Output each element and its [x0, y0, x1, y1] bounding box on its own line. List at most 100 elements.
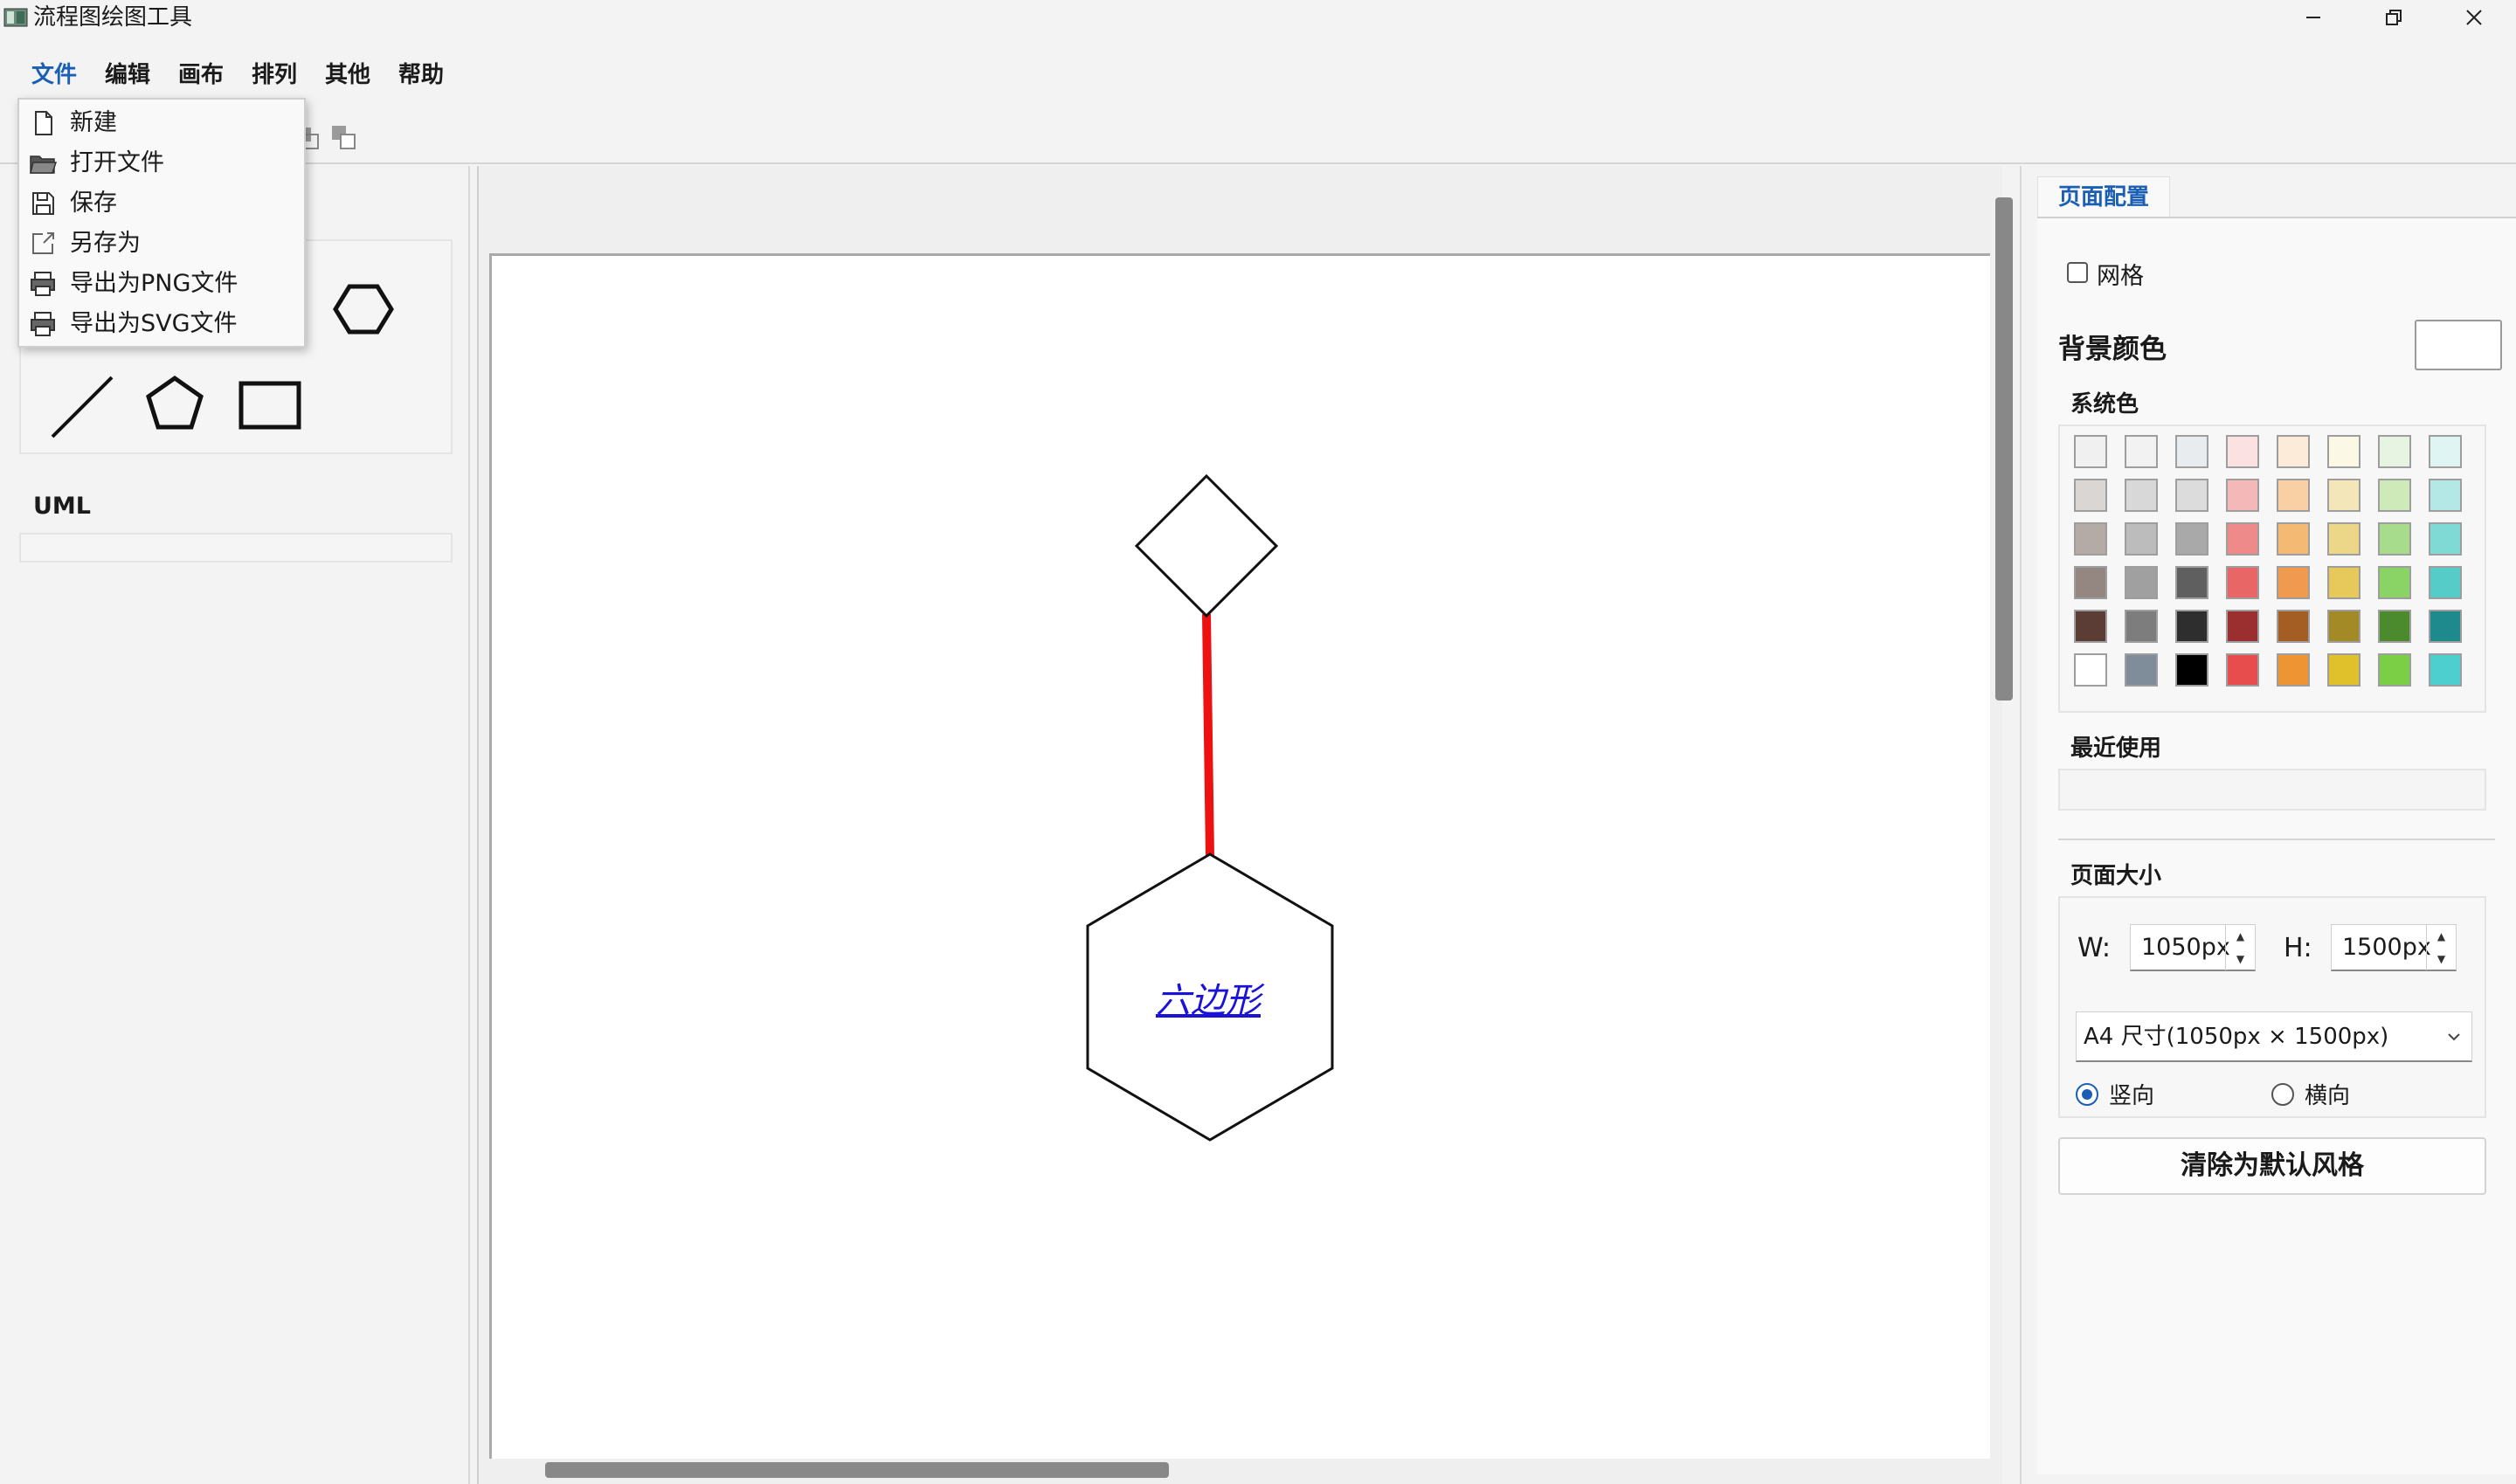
connector-line[interactable] — [1202, 613, 1214, 858]
color-swatch[interactable] — [2074, 653, 2107, 687]
vertical-scrollbar[interactable] — [1995, 197, 2013, 701]
diamond-shape[interactable] — [1134, 473, 1279, 618]
menu-other[interactable]: 其他 — [321, 56, 374, 94]
color-swatch[interactable] — [2074, 522, 2107, 556]
color-swatch[interactable] — [2378, 435, 2411, 468]
color-swatch[interactable] — [2226, 522, 2259, 556]
menu-arrange[interactable]: 排列 — [248, 56, 301, 94]
color-swatch[interactable] — [2378, 479, 2411, 512]
color-swatch[interactable] — [2327, 522, 2360, 556]
color-swatch[interactable] — [2277, 653, 2310, 687]
portrait-radio[interactable] — [2076, 1083, 2098, 1106]
color-swatch[interactable] — [2226, 479, 2259, 512]
color-swatch[interactable] — [2327, 566, 2360, 599]
color-swatch[interactable] — [2429, 435, 2462, 468]
color-swatch[interactable] — [2429, 610, 2462, 643]
color-swatch[interactable] — [2429, 566, 2462, 599]
color-swatch[interactable] — [2277, 566, 2310, 599]
color-swatch[interactable] — [2074, 566, 2107, 599]
color-swatch[interactable] — [2175, 435, 2208, 468]
color-swatch[interactable] — [2277, 522, 2310, 556]
color-swatch[interactable] — [2175, 610, 2208, 643]
menu-canvas[interactable]: 画布 — [175, 56, 227, 94]
color-swatch[interactable] — [2327, 653, 2360, 687]
export-icon — [31, 312, 55, 336]
color-swatch[interactable] — [2277, 435, 2310, 468]
color-swatch[interactable] — [2175, 522, 2208, 556]
color-swatch[interactable] — [2327, 435, 2360, 468]
color-swatch[interactable] — [2125, 479, 2158, 512]
menu-help[interactable]: 帮助 — [395, 56, 447, 94]
page-size-select[interactable]: A4 尺寸(1050px × 1500px) — [2076, 1011, 2472, 1062]
menu-file[interactable]: 文件 — [28, 56, 80, 94]
hexagon-shape-icon[interactable] — [332, 281, 395, 337]
menu-item-save[interactable]: 保存 — [19, 183, 304, 224]
rectangle-shape-icon[interactable] — [238, 379, 304, 431]
color-swatch[interactable] — [2125, 610, 2158, 643]
color-swatch[interactable] — [2378, 610, 2411, 643]
color-swatch[interactable] — [2226, 566, 2259, 599]
color-swatch[interactable] — [2226, 610, 2259, 643]
width-value: 1050px — [2141, 934, 2230, 961]
menu-item-label: 导出为PNG文件 — [70, 270, 238, 297]
uml-section-title[interactable]: UML — [33, 493, 91, 520]
menu-item-open[interactable]: 打开文件 — [19, 143, 304, 183]
color-swatch[interactable] — [2074, 479, 2107, 512]
menu-item-new[interactable]: 新建 — [19, 103, 304, 143]
color-swatch[interactable] — [2378, 653, 2411, 687]
color-swatch[interactable] — [2125, 653, 2158, 687]
bring-forward-icon[interactable] — [328, 122, 360, 154]
tab-page-config[interactable]: 页面配置 — [2037, 176, 2170, 217]
bg-color-label: 背景颜色 — [2058, 334, 2167, 365]
close-button[interactable] — [2434, 0, 2514, 35]
menu-item-export-svg[interactable]: 导出为SVG文件 — [19, 304, 304, 344]
height-spinbox[interactable]: 1500px ▲ ▼ — [2331, 924, 2457, 971]
hexagon-label[interactable]: 六边形 — [1121, 972, 1296, 1023]
page-size-group: W: 1050px ▲ ▼ H: 1500px ▲ ▼ A4 尺寸(1050px ×… — [2058, 896, 2486, 1118]
reset-style-button[interactable]: 清除为默认风格 — [2058, 1137, 2486, 1195]
color-swatch[interactable] — [2277, 479, 2310, 512]
horizontal-scrollbar[interactable] — [545, 1462, 1169, 1478]
grid-checkbox[interactable] — [2067, 262, 2088, 283]
menu-edit[interactable]: 编辑 — [101, 56, 154, 94]
color-swatch[interactable] — [2074, 435, 2107, 468]
color-swatch[interactable] — [2175, 566, 2208, 599]
menu-bar: 文件 编辑 画布 排列 其他 帮助 — [0, 56, 2516, 94]
restore-button[interactable] — [2354, 0, 2434, 35]
color-swatch[interactable] — [2429, 522, 2462, 556]
color-swatch[interactable] — [2125, 435, 2158, 468]
height-stepper[interactable]: ▲ ▼ — [2426, 925, 2456, 970]
landscape-radio[interactable] — [2271, 1083, 2294, 1106]
color-swatch[interactable] — [2327, 479, 2360, 512]
chevron-up-icon[interactable]: ▲ — [2427, 925, 2456, 948]
color-swatch[interactable] — [2226, 435, 2259, 468]
color-swatch[interactable] — [2226, 653, 2259, 687]
pentagon-shape-icon[interactable] — [143, 374, 206, 431]
width-spinbox[interactable]: 1050px ▲ ▼ — [2130, 924, 2256, 971]
menu-item-save-as[interactable]: 另存为 — [19, 224, 304, 264]
line-shape-icon[interactable] — [47, 372, 117, 442]
chevron-down-icon[interactable]: ▼ — [2427, 948, 2456, 970]
menu-item-export-png[interactable]: 导出为PNG文件 — [19, 264, 304, 304]
open-folder-icon — [30, 155, 58, 174]
drawing-page[interactable]: 六边形 — [489, 253, 1990, 1459]
chevron-down-icon[interactable]: ▼ — [2226, 948, 2255, 970]
color-swatch[interactable] — [2378, 522, 2411, 556]
color-swatch[interactable] — [2429, 653, 2462, 687]
color-swatch[interactable] — [2125, 566, 2158, 599]
canvas-viewport[interactable]: 六边形 — [477, 166, 2013, 1484]
color-swatch[interactable] — [2378, 566, 2411, 599]
menu-item-label: 保存 — [70, 190, 117, 217]
color-swatch[interactable] — [2277, 610, 2310, 643]
color-swatch[interactable] — [2175, 479, 2208, 512]
minimize-button[interactable] — [2273, 0, 2354, 35]
width-stepper[interactable]: ▲ ▼ — [2225, 925, 2255, 970]
color-swatch[interactable] — [2327, 610, 2360, 643]
color-swatch[interactable] — [2175, 653, 2208, 687]
chevron-up-icon[interactable]: ▲ — [2226, 925, 2255, 948]
color-swatch[interactable] — [2125, 522, 2158, 556]
color-swatch[interactable] — [2429, 479, 2462, 512]
color-swatch[interactable] — [2074, 610, 2107, 643]
bg-color-swatch[interactable] — [2415, 320, 2502, 370]
divider — [2058, 839, 2495, 840]
